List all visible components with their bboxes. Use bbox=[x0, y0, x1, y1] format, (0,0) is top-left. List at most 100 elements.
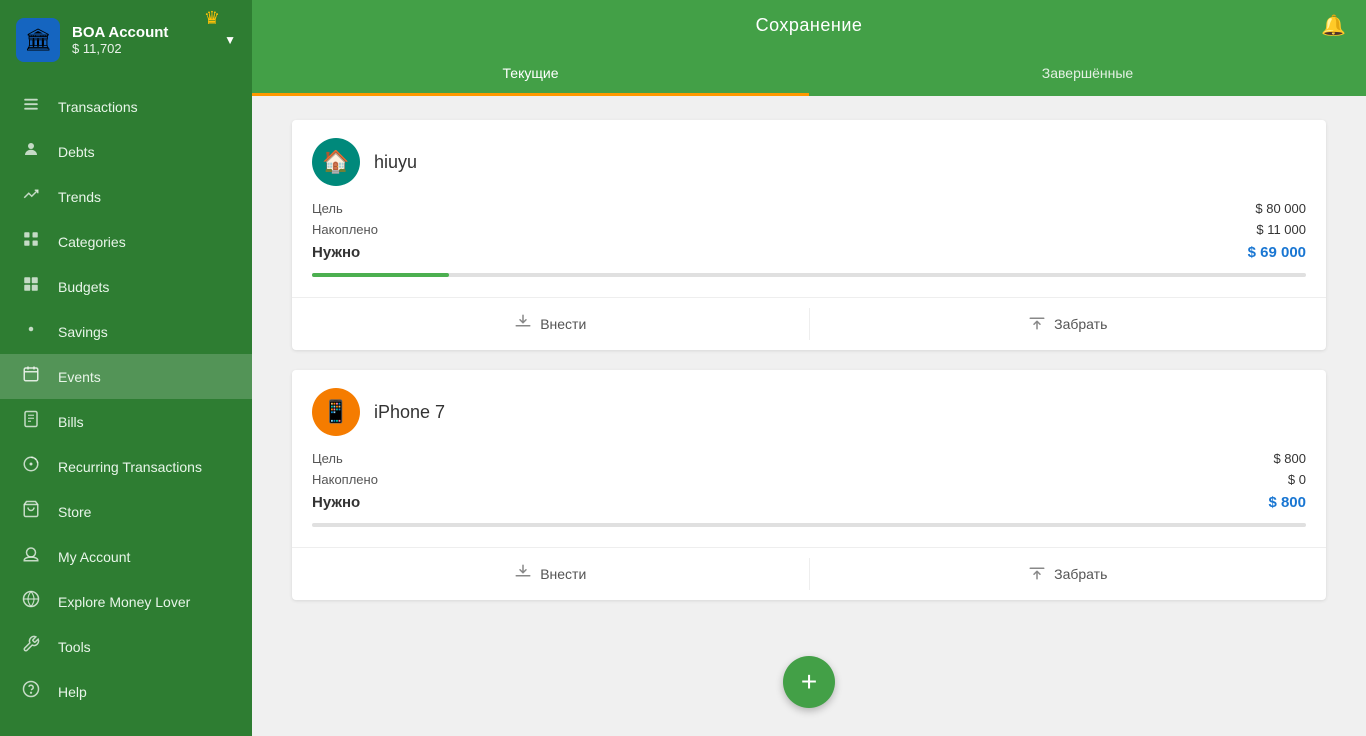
savings-content: 🏠 hiuyu Цель $ 80 000 Накоплено $ 11 000… bbox=[252, 96, 1366, 736]
app-logo: 🏛 bbox=[16, 18, 60, 62]
crown-icon: ♛ bbox=[204, 8, 220, 29]
debts-icon bbox=[20, 140, 42, 163]
categories-label: Categories bbox=[58, 234, 126, 250]
transactions-label: Transactions bbox=[58, 99, 138, 115]
deposit-icon-iphone7 bbox=[514, 563, 532, 586]
categories-icon bbox=[20, 230, 42, 253]
saved-value-iphone7: $ 0 bbox=[1288, 472, 1306, 487]
withdraw-icon-hiuyu bbox=[1028, 313, 1046, 336]
tabs-row: Текущие Завершённые bbox=[252, 50, 1366, 96]
deposit-label-hiuyu: Внести bbox=[540, 316, 586, 332]
sidebar-header: 🏛 BOA Account $ 11,702 ▼ ♛ bbox=[0, 0, 252, 80]
main-content: Сохранение 🔔 Текущие Завершённые 🏠 hiuyu… bbox=[252, 0, 1366, 736]
explore-icon bbox=[20, 590, 42, 613]
sidebar-item-categories[interactable]: Categories bbox=[0, 219, 252, 264]
withdraw-button-iphone7[interactable]: Забрать bbox=[810, 548, 1327, 600]
withdraw-label-iphone7: Забрать bbox=[1054, 566, 1107, 582]
sidebar-item-myaccount[interactable]: My Account bbox=[0, 534, 252, 579]
tab-current[interactable]: Текущие bbox=[252, 50, 809, 96]
savings-label: Savings bbox=[58, 324, 108, 340]
account-balance: $ 11,702 bbox=[72, 41, 212, 56]
card-icon-hiuyu: 🏠 bbox=[312, 138, 360, 186]
withdraw-button-hiuyu[interactable]: Забрать bbox=[810, 298, 1327, 350]
card-header-hiuyu: 🏠 hiuyu bbox=[292, 120, 1326, 198]
deposit-button-hiuyu[interactable]: Внести bbox=[292, 298, 809, 350]
sidebar-item-recurring[interactable]: Recurring Transactions bbox=[0, 444, 252, 489]
tab-completed[interactable]: Завершённые bbox=[809, 50, 1366, 96]
sidebar-item-trends[interactable]: Trends bbox=[0, 174, 252, 219]
help-label: Help bbox=[58, 684, 87, 700]
sidebar-item-store[interactable]: Store bbox=[0, 489, 252, 534]
tools-icon bbox=[20, 635, 42, 658]
explore-label: Explore Money Lover bbox=[58, 594, 190, 610]
transactions-icon bbox=[20, 95, 42, 118]
card-body-iphone7: Цель $ 800 Накоплено $ 0 Нужно $ 800 bbox=[292, 448, 1326, 539]
savings-icon bbox=[20, 320, 42, 343]
deposit-label-iphone7: Внести bbox=[540, 566, 586, 582]
sidebar-item-help[interactable]: Help bbox=[0, 669, 252, 714]
recurring-label: Recurring Transactions bbox=[58, 459, 202, 475]
tools-label: Tools bbox=[58, 639, 91, 655]
deposit-icon-hiuyu bbox=[514, 313, 532, 336]
sidebar-item-savings[interactable]: Savings bbox=[0, 309, 252, 354]
store-icon bbox=[20, 500, 42, 523]
saved-value-hiuyu: $ 11 000 bbox=[1256, 222, 1306, 237]
sidebar: 🏛 BOA Account $ 11,702 ▼ ♛ Transactions … bbox=[0, 0, 252, 736]
card-actions-hiuyu: Внести Забрать bbox=[292, 298, 1326, 350]
needed-value-iphone7: $ 800 bbox=[1268, 494, 1306, 511]
debts-label: Debts bbox=[58, 144, 95, 160]
bell-icon[interactable]: 🔔 bbox=[1321, 13, 1346, 38]
sidebar-item-budgets[interactable]: Budgets bbox=[0, 264, 252, 309]
sidebar-item-events[interactable]: Events bbox=[0, 354, 252, 399]
card-row-needed-hiuyu: Нужно $ 69 000 bbox=[312, 240, 1306, 265]
goal-value-iphone7: $ 800 bbox=[1273, 451, 1306, 466]
deposit-button-iphone7[interactable]: Внести bbox=[292, 548, 809, 600]
withdraw-label-hiuyu: Забрать bbox=[1054, 316, 1107, 332]
goal-label-iphone7: Цель bbox=[312, 451, 343, 466]
card-header-iphone7: 📱 iPhone 7 bbox=[292, 370, 1326, 448]
store-label: Store bbox=[58, 504, 91, 520]
budgets-icon bbox=[20, 275, 42, 298]
events-icon bbox=[20, 365, 42, 388]
savings-card-iphone7: 📱 iPhone 7 Цель $ 800 Накоплено $ 0 Нужн… bbox=[292, 370, 1326, 600]
card-row-goal-iphone7: Цель $ 800 bbox=[312, 448, 1306, 469]
bills-label: Bills bbox=[58, 414, 84, 430]
goal-value-hiuyu: $ 80 000 bbox=[1255, 201, 1306, 216]
sidebar-item-transactions[interactable]: Transactions bbox=[0, 84, 252, 129]
card-row-needed-iphone7: Нужно $ 800 bbox=[312, 490, 1306, 515]
needed-label-iphone7: Нужно bbox=[312, 494, 360, 511]
account-name: BOA Account bbox=[72, 24, 212, 41]
needed-value-hiuyu: $ 69 000 bbox=[1248, 244, 1306, 261]
card-icon-iphone7: 📱 bbox=[312, 388, 360, 436]
card-actions-iphone7: Внести Забрать bbox=[292, 548, 1326, 600]
topbar-title-row: Сохранение 🔔 bbox=[252, 0, 1366, 50]
myaccount-label: My Account bbox=[58, 549, 130, 565]
budgets-label: Budgets bbox=[58, 279, 109, 295]
sidebar-item-tools[interactable]: Tools bbox=[0, 624, 252, 669]
card-row-goal-hiuyu: Цель $ 80 000 bbox=[312, 198, 1306, 219]
card-row-saved-hiuyu: Накоплено $ 11 000 bbox=[312, 219, 1306, 240]
sidebar-item-bills[interactable]: Bills bbox=[0, 399, 252, 444]
saved-label-hiuyu: Накоплено bbox=[312, 222, 378, 237]
card-title-hiuyu: hiuyu bbox=[374, 152, 417, 173]
sidebar-item-explore[interactable]: Explore Money Lover bbox=[0, 579, 252, 624]
account-dropdown-arrow[interactable]: ▼ bbox=[224, 33, 236, 47]
progress-container-iphone7 bbox=[312, 523, 1306, 527]
myaccount-icon bbox=[20, 545, 42, 568]
saved-label-iphone7: Накоплено bbox=[312, 472, 378, 487]
add-savings-fab[interactable]: + bbox=[783, 656, 835, 708]
withdraw-icon-iphone7 bbox=[1028, 563, 1046, 586]
card-row-saved-iphone7: Накоплено $ 0 bbox=[312, 469, 1306, 490]
sidebar-nav: Transactions Debts Trends Categories Bud… bbox=[0, 80, 252, 736]
recurring-icon bbox=[20, 455, 42, 478]
needed-label-hiuyu: Нужно bbox=[312, 244, 360, 261]
progress-fill-hiuyu bbox=[312, 273, 449, 277]
card-title-iphone7: iPhone 7 bbox=[374, 402, 445, 423]
bills-icon bbox=[20, 410, 42, 433]
sidebar-item-debts[interactable]: Debts bbox=[0, 129, 252, 174]
goal-label-hiuyu: Цель bbox=[312, 201, 343, 216]
savings-card-hiuyu: 🏠 hiuyu Цель $ 80 000 Накоплено $ 11 000… bbox=[292, 120, 1326, 350]
card-body-hiuyu: Цель $ 80 000 Накоплено $ 11 000 Нужно $… bbox=[292, 198, 1326, 289]
page-title: Сохранение bbox=[756, 15, 863, 36]
account-info: BOA Account $ 11,702 bbox=[72, 24, 212, 56]
